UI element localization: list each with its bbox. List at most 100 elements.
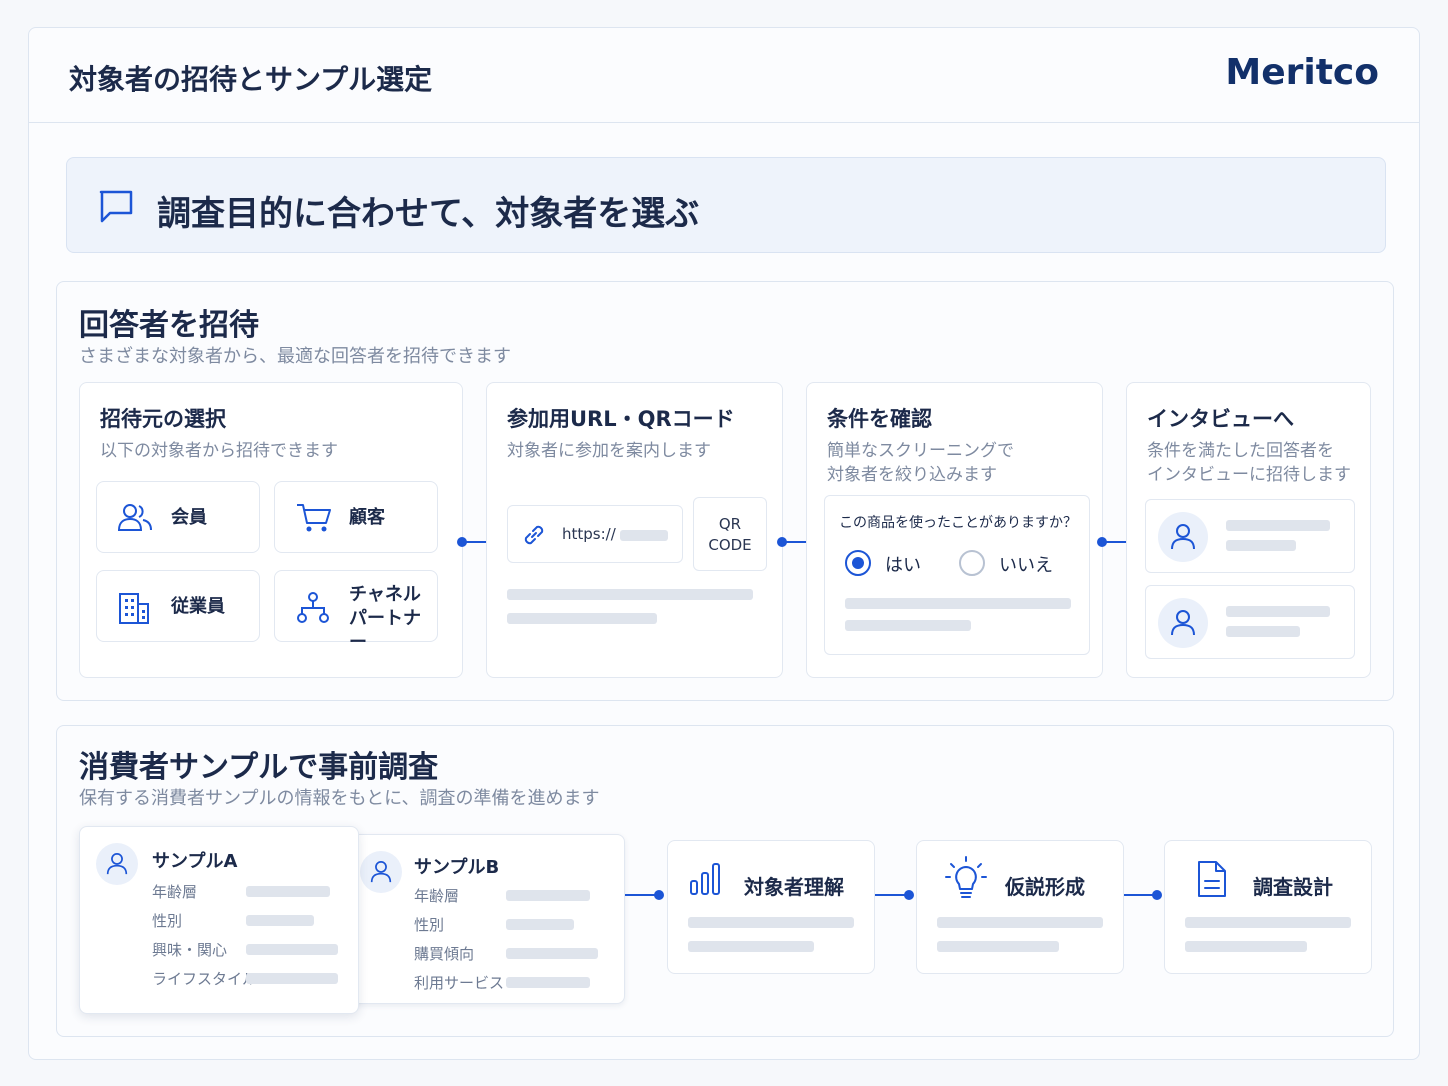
top-bar: 対象者の招待とサンプル選定 Meritco [29,28,1419,123]
placeholder-bar [506,890,590,901]
main-frame: 対象者の招待とサンプル選定 Meritco 調査目的に合わせて、対象者を選ぶ 回… [28,27,1420,1060]
url-qr-card: 参加用URL・QRコード 対象者に参加を案内します https:// QR CO… [486,382,783,678]
radio-selected-icon [845,550,871,576]
placeholder-bar [506,977,590,988]
interview-card: インタビューへ 条件を満たした回答者を インタビューに招待します [1126,382,1371,678]
placeholder-bar [937,941,1059,952]
placeholder-bar [1226,540,1296,551]
placeholder-bar [1226,626,1300,637]
url-field[interactable]: https:// [507,505,683,563]
avatar [360,851,402,893]
brand-logo[interactable]: Meritco [1225,52,1379,93]
network-icon [297,592,329,623]
field-label: 興味・関心 [152,941,228,959]
interview-title: インタビューへ [1147,407,1294,431]
interview-subtitle: 条件を満たした回答者を インタビューに招待します [1147,441,1351,485]
field-label: ライフスタイル [152,970,258,988]
placeholder-bar [845,598,1071,609]
radio-no[interactable]: いいえ [959,548,1079,578]
connector-dot [904,890,914,900]
source-card: 招待元の選択 以下の対象者から招待できます 会員 顧客 従業員 チャネル パート… [79,382,463,678]
option-members[interactable]: 会員 [96,481,260,553]
bar-chart-icon [690,863,720,895]
stage-hypothesis-card[interactable]: 仮説形成 [916,840,1124,974]
placeholder-bar [246,944,338,955]
avatar [1158,598,1208,648]
connector-line [625,894,655,896]
placeholder-bar [688,941,814,952]
sample-section: 消費者サンプルで事前調査 保有する消費者サンプルの情報をもとに、調査の準備を進め… [56,725,1394,1037]
option-employees-label: 従業員 [171,596,225,617]
radio-no-label: いいえ [999,555,1053,576]
candidate-row[interactable] [1145,585,1355,659]
radio-yes[interactable]: はい [845,548,945,578]
field-label: 年齢層 [414,887,460,905]
stage-understanding-label: 対象者理解 [744,875,844,899]
placeholder-bar [1226,520,1330,531]
field-label: 購買傾向 [414,945,475,963]
stage-hypothesis-label: 仮説形成 [1005,875,1085,899]
radio-unselected-icon [959,550,985,576]
stage-design-label: 調査設計 [1253,875,1333,899]
connector-dot [1152,890,1162,900]
connector-dot [654,890,664,900]
placeholder-bar [246,973,338,984]
placeholder-bar [506,948,598,959]
field-label: 性別 [414,916,445,934]
placeholder-bar [845,620,971,631]
field-label: 年齢層 [152,883,198,901]
person-icon [370,861,392,883]
screening-card: 条件を確認 簡単なスクリーニングで 対象者を絞り込みます この商品を使ったことが… [806,382,1103,678]
option-employees[interactable]: 従業員 [96,570,260,642]
placeholder-bar [507,613,657,624]
person-icon [1171,524,1195,550]
url-qr-title: 参加用URL・QRコード [507,407,735,431]
radio-yes-label: はい [885,555,921,576]
person-icon [1171,610,1195,636]
stage-design-card[interactable]: 調査設計 [1164,840,1372,974]
sample-b-card[interactable]: サンプルB 年齢層 性別 購買傾向 利用サービス [349,834,625,1004]
candidate-row[interactable] [1145,499,1355,573]
field-label: 利用サービス [414,974,505,992]
screening-question-box: この商品を使ったことがありますか？ はい いいえ [824,495,1090,655]
url-text: https:// [562,525,616,543]
placeholder-bar [688,917,854,928]
invite-section: 回答者を招待 さまざまな対象者から、最適な回答者を招待できます 招待元の選択 以… [56,281,1394,701]
placeholder-bar [246,915,314,926]
sample-title: 消費者サンプルで事前調査 [79,750,439,785]
users-icon [117,504,152,531]
connector-line [1124,894,1154,896]
placeholder-bar [1185,941,1307,952]
placeholder-bar [246,886,330,897]
screening-question: この商品を使ったことがありますか？ [839,515,1077,531]
stage-understanding-card[interactable]: 対象者理解 [667,840,875,974]
purpose-banner: 調査目的に合わせて、対象者を選ぶ [66,157,1386,253]
chat-bubble-icon [99,190,133,223]
invite-subtitle: さまざまな対象者から、最適な回答者を招待できます [79,346,511,367]
sample-a-card[interactable]: サンプルA 年齢層 性別 興味・関心 ライフスタイル [79,826,359,1014]
placeholder-bar [507,589,753,600]
cart-icon [297,504,331,532]
person-icon [106,853,128,875]
qr-label: QR CODE [708,515,752,554]
avatar [96,843,138,885]
screening-title: 条件を確認 [827,407,932,431]
option-customers[interactable]: 顧客 [274,481,438,553]
link-icon [524,525,544,545]
url-qr-subtitle: 対象者に参加を案内します [507,441,711,461]
placeholder-bar [937,917,1103,928]
document-icon [1198,861,1226,897]
sample-a-title: サンプルA [152,851,238,872]
option-customers-label: 顧客 [349,507,385,528]
url-placeholder-bar [620,530,668,541]
placeholder-bar [506,919,574,930]
building-icon [119,593,149,624]
avatar [1158,512,1208,562]
placeholder-bar [1185,917,1351,928]
source-title: 招待元の選択 [100,407,226,431]
page-title: 対象者の招待とサンプル選定 [69,63,433,96]
qr-code-box[interactable]: QR CODE [693,497,767,571]
screening-subtitle: 簡単なスクリーニングで 対象者を絞り込みます [827,441,1014,485]
option-channel-partners[interactable]: チャネル パートナー [274,570,438,653]
connector-line [875,894,905,896]
